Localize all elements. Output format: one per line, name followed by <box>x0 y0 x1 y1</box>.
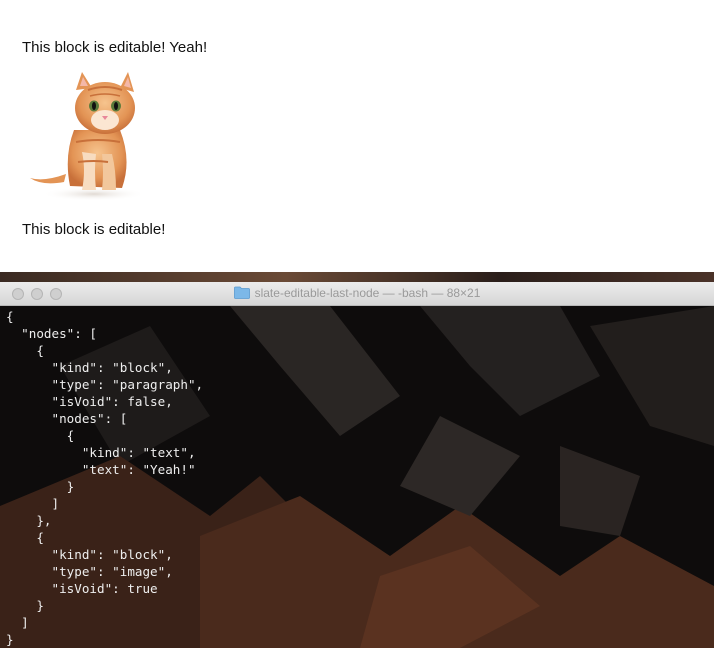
terminal-title: slate-editable-last-node — -bash — 88×21 <box>254 286 481 300</box>
terminal-line: "type": "paragraph", <box>6 377 204 392</box>
terminal-output[interactable]: { "nodes": [ { "kind": "block", "type": … <box>6 308 203 648</box>
terminal-line: "isVoid": false, <box>6 394 173 409</box>
terminal-line: { <box>6 428 75 443</box>
terminal-line: { <box>6 309 14 324</box>
terminal-line: ] <box>6 496 60 511</box>
editor-pane[interactable]: This block is editable! Yeah! This block… <box>0 0 714 273</box>
terminal-line: ] <box>6 615 29 630</box>
editable-paragraph-1[interactable]: This block is editable! Yeah! <box>22 39 207 56</box>
terminal-titlebar[interactable]: slate-editable-last-node — -bash — 88×21 <box>0 282 714 306</box>
terminal-window[interactable]: slate-editable-last-node — -bash — 88×21… <box>0 282 714 648</box>
desktop-background <box>0 272 714 282</box>
terminal-line: { <box>6 530 44 545</box>
terminal-line: "nodes": [ <box>6 326 97 341</box>
kitten-illustration <box>30 72 146 201</box>
terminal-line: "text": "Yeah!" <box>6 462 196 477</box>
folder-icon <box>233 286 250 299</box>
terminal-line: }, <box>6 513 52 528</box>
editable-paragraph-2[interactable]: This block is editable! <box>22 221 165 238</box>
terminal-line: "kind": "block", <box>6 547 173 562</box>
terminal-line: } <box>6 479 75 494</box>
terminal-line: } <box>6 632 14 647</box>
kitten-image[interactable] <box>24 70 148 202</box>
terminal-line: "nodes": [ <box>6 411 128 426</box>
terminal-line: "isVoid": true <box>6 581 158 596</box>
terminal-line: } <box>6 598 44 613</box>
terminal-line: "kind": "text", <box>6 445 196 460</box>
terminal-line: "kind": "block", <box>6 360 173 375</box>
terminal-line: { <box>6 343 44 358</box>
terminal-title-group: slate-editable-last-node — -bash — 88×21 <box>0 286 714 300</box>
terminal-line: "type": "image", <box>6 564 173 579</box>
